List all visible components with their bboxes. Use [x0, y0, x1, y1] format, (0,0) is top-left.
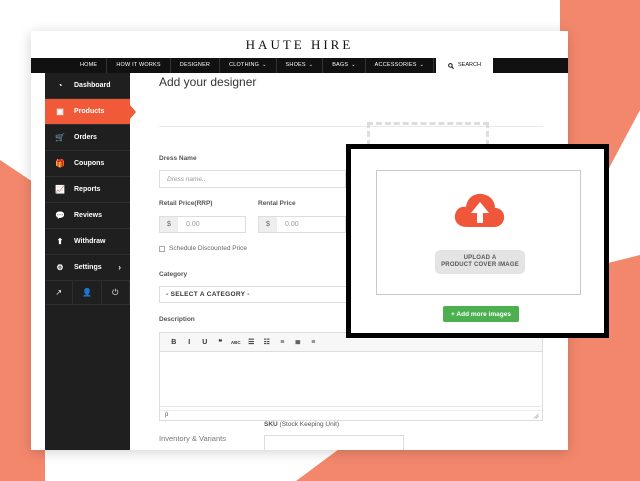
nav-bags-label: BAGS [332, 62, 349, 68]
briefcase-icon: ▣ [56, 107, 64, 116]
upload-panel: UPLOAD A PRODUCT COVER IMAGE + Add more … [346, 144, 609, 338]
bullet-list-icon[interactable]: ☰ [244, 338, 260, 346]
sidebar-item-reviews[interactable]: 💬 Reviews [45, 203, 130, 229]
sidebar-item-label: Dashboard [74, 82, 111, 89]
dashboard-icon: ◔ [57, 81, 63, 90]
rental-price-label: Rental Price [258, 200, 296, 207]
top-navigation: HOME HOW IT WORKS DESIGNER CLOTHING ⌄ SHO… [31, 58, 568, 73]
add-more-images-button[interactable]: + Add more images [443, 306, 519, 322]
comments-icon: 💬 [55, 211, 65, 220]
nav-designer-label: DESIGNER [179, 62, 211, 68]
checkbox-box[interactable] [159, 245, 165, 252]
sku-label-text: SKU [264, 421, 278, 428]
upload-cover-image-button[interactable]: UPLOAD A PRODUCT COVER IMAGE [435, 250, 525, 274]
nav-search[interactable]: SEARCH [436, 58, 493, 73]
sidebar-item-label: Orders [74, 134, 97, 141]
cloud-upload-icon [454, 193, 505, 227]
nav-search-label: SEARCH [458, 62, 481, 68]
gift-icon: 🎁 [55, 159, 65, 168]
inventory-section: Inventory & Variants SKU (Stock Keeping … [159, 421, 568, 450]
nav-clothing-label: CLOTHING [229, 62, 260, 68]
cover-image-dropzone[interactable]: UPLOAD A PRODUCT COVER IMAGE [376, 170, 581, 295]
dress-name-input[interactable]: Dress name.. [159, 170, 346, 188]
cart-icon: 🛒 [55, 133, 65, 142]
divider [159, 406, 543, 407]
align-center-icon[interactable]: ≣ [290, 338, 306, 346]
strikethrough-icon[interactable]: ABC [228, 340, 244, 345]
nav-shoes-label: SHOES [285, 62, 306, 68]
nav-home-label: HOME [80, 62, 98, 68]
upload-button-line2: PRODUCT COVER IMAGE [441, 262, 519, 268]
rental-price-input[interactable]: $ 0.00 [258, 216, 346, 233]
bold-icon[interactable]: B [166, 339, 182, 346]
page-title: Add your designer [159, 75, 257, 89]
sidebar-item-dashboard[interactable]: ◔ Dashboard [45, 73, 130, 99]
sidebar-item-label: Withdraw [74, 238, 106, 245]
quote-icon[interactable]: ❝ [213, 338, 229, 346]
underline-icon[interactable]: U [197, 339, 213, 346]
nav-bags[interactable]: BAGS ⌄ [323, 58, 366, 73]
sidebar-item-label: Reports [74, 186, 101, 193]
sidebar-item-label: Products [74, 108, 105, 115]
sidebar-item-label: Coupons [74, 160, 105, 167]
dress-name-label: Dress Name [159, 155, 197, 162]
nav-shoes[interactable]: SHOES ⌄ [277, 58, 324, 73]
sidebar-item-label: Reviews [74, 212, 103, 219]
inventory-label: Inventory & Variants [159, 434, 226, 443]
numbered-list-icon[interactable]: ☷ [259, 338, 275, 346]
nav-accessories-label: ACCESSORIES [374, 62, 417, 68]
nav-how-it-works-label: HOW IT WORKS [116, 62, 161, 68]
sidebar-item-label: Settings [74, 264, 102, 271]
currency-addon: $ [160, 217, 178, 232]
italic-icon[interactable]: I [182, 339, 198, 346]
nav-how-it-works[interactable]: HOW IT WORKS [107, 58, 171, 73]
chevron-down-icon: ⌄ [262, 62, 267, 68]
sidebar-item-settings[interactable]: ⚙ Settings › [45, 255, 130, 281]
power-icon[interactable]: ⏻ [102, 281, 130, 304]
sidebar-item-orders[interactable]: 🛒 Orders [45, 125, 130, 151]
gear-icon: ⚙ [56, 263, 64, 272]
sku-label: SKU (Stock Keeping Unit) [264, 421, 339, 428]
category-select[interactable]: - SELECT A CATEGORY - [159, 286, 349, 303]
description-editor[interactable]: B I U ❝ ABC ☰ ☷ ≡ ≣ ≡ p [159, 332, 543, 421]
editor-statusbar: p [160, 410, 542, 420]
align-right-icon[interactable]: ≡ [306, 339, 322, 346]
nav-accessories[interactable]: ACCESSORIES ⌄ [366, 58, 434, 73]
nav-clothing[interactable]: CLOTHING ⌄ [220, 58, 277, 73]
sidebar-item-coupons[interactable]: 🎁 Coupons [45, 151, 130, 177]
chevron-down-icon: ⌄ [351, 62, 356, 68]
chevron-down-icon: ⌄ [308, 62, 314, 68]
chevron-down-icon: ⌄ [419, 62, 424, 68]
resize-grip-icon[interactable] [533, 413, 539, 419]
currency-addon: $ [259, 217, 277, 232]
nav-designer[interactable]: DESIGNER [171, 58, 221, 73]
sidebar: ◔ Dashboard ▣ Products 🛒 Orders 🎁 Coupons 📈 R… [45, 73, 136, 450]
external-link-icon[interactable]: ↗ [45, 281, 74, 304]
description-label: Description [159, 316, 195, 323]
chart-icon: 📈 [55, 185, 65, 194]
sidebar-item-reports[interactable]: 📈 Reports [45, 177, 130, 203]
nav-home[interactable]: HOME [71, 58, 108, 73]
retail-price-input[interactable]: $ 0.00 [159, 216, 246, 233]
sku-hint: (Stock Keeping Unit) [279, 421, 340, 428]
user-icon[interactable]: 👤 [73, 281, 102, 304]
sku-input[interactable] [264, 435, 404, 450]
sidebar-bottom-icons: ↗ 👤 ⏻ [45, 281, 130, 305]
upload-panel-inner: UPLOAD A PRODUCT COVER IMAGE + Add more … [351, 149, 604, 333]
rental-price-value: 0.00 [285, 221, 299, 228]
schedule-discount-checkbox[interactable]: Schedule Discounted Price [159, 245, 247, 252]
search-icon [448, 62, 454, 69]
chevron-right-icon: › [118, 263, 121, 272]
upload-icon: ⬆ [56, 237, 64, 246]
brand-logo[interactable]: HAUTE HIRE [31, 31, 568, 58]
category-label: Category [159, 271, 188, 278]
retail-price-value: 0.00 [186, 221, 200, 228]
align-left-icon[interactable]: ≡ [275, 339, 291, 346]
retail-price-label: Retail Price(RRP) [159, 200, 213, 207]
sidebar-item-products[interactable]: ▣ Products [45, 99, 136, 125]
sidebar-item-withdraw[interactable]: ⬆ Withdraw [45, 229, 130, 255]
schedule-discount-label: Schedule Discounted Price [169, 245, 248, 252]
upload-button-line1: UPLOAD A [463, 254, 497, 261]
